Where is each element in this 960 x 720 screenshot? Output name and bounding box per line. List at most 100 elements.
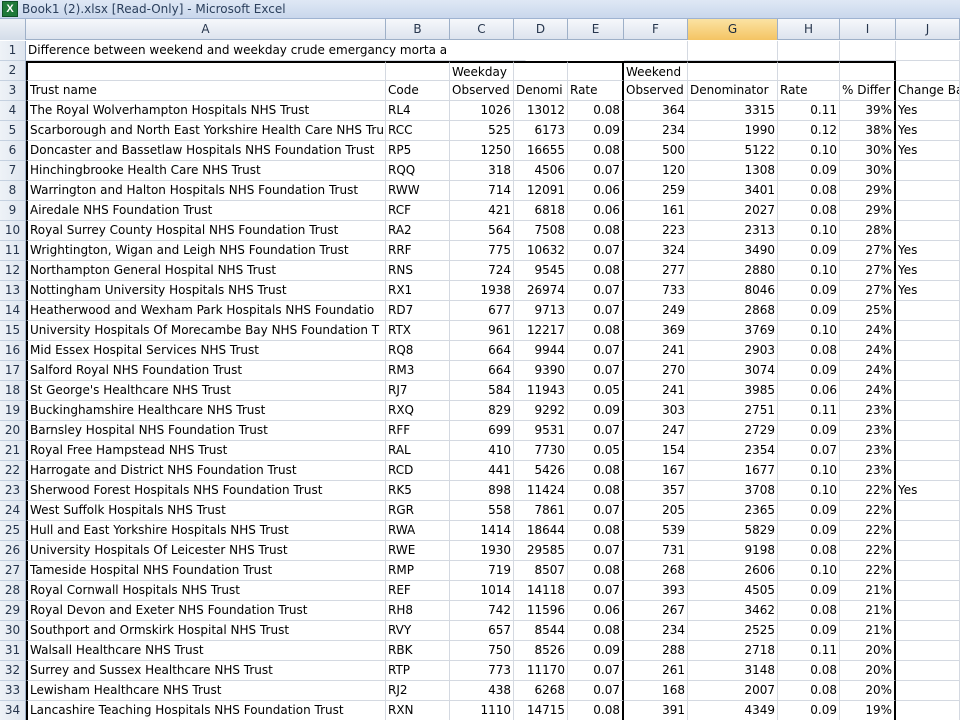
row-header[interactable]: 5 (0, 121, 26, 141)
column-title-d[interactable]: Denomi (514, 81, 568, 101)
column-header-a[interactable]: A (26, 19, 386, 40)
cell-d[interactable]: 4506 (514, 161, 568, 181)
cell-b[interactable]: RL4 (386, 101, 450, 121)
cell-b[interactable]: RD7 (386, 301, 450, 321)
cell-a[interactable]: Royal Devon and Exeter NHS Foundation Tr… (26, 601, 386, 621)
cell-h[interactable]: 0.11 (778, 101, 840, 121)
cell-d[interactable]: 11170 (514, 661, 568, 681)
cell-b[interactable]: RRF (386, 241, 450, 261)
cell-d[interactable]: 12217 (514, 321, 568, 341)
cell-g[interactable] (688, 61, 778, 81)
cell-g[interactable]: 3462 (688, 601, 778, 621)
cell-j[interactable] (896, 641, 960, 661)
cell-g[interactable]: 2903 (688, 341, 778, 361)
cell-a[interactable]: Lancashire Teaching Hospitals NHS Founda… (26, 701, 386, 720)
cell-h[interactable]: 0.09 (778, 361, 840, 381)
cell-d[interactable]: 9545 (514, 261, 568, 281)
row-header[interactable]: 29 (0, 601, 26, 621)
cell-d[interactable]: 9531 (514, 421, 568, 441)
cell-e[interactable]: 0.08 (568, 141, 624, 161)
cell-g[interactable]: 2007 (688, 681, 778, 701)
cell-f[interactable]: 249 (624, 301, 688, 321)
cell-b[interactable]: RFF (386, 421, 450, 441)
cell-e[interactable]: 0.07 (568, 681, 624, 701)
cell-f[interactable]: 223 (624, 221, 688, 241)
cell-a[interactable]: The Royal Wolverhampton Hospitals NHS Tr… (26, 101, 386, 121)
cell-h[interactable]: 0.09 (778, 421, 840, 441)
cell-i[interactable]: 39% (840, 101, 896, 121)
cell-b[interactable]: RQ8 (386, 341, 450, 361)
cell-j[interactable] (896, 321, 960, 341)
row-header[interactable]: 25 (0, 521, 26, 541)
cell-a[interactable]: Northampton General Hospital NHS Trust (26, 261, 386, 281)
cell-e[interactable]: 0.07 (568, 341, 624, 361)
cell-c[interactable]: 898 (450, 481, 514, 501)
cell-f[interactable]: 303 (624, 401, 688, 421)
cell-b[interactable]: RK5 (386, 481, 450, 501)
cell-b[interactable]: RQQ (386, 161, 450, 181)
cell-h[interactable]: 0.10 (778, 221, 840, 241)
cell-g[interactable]: 8046 (688, 281, 778, 301)
cell-f[interactable]: 154 (624, 441, 688, 461)
cell-i[interactable]: 24% (840, 361, 896, 381)
cell-e[interactable]: 0.06 (568, 601, 624, 621)
row-header[interactable]: 23 (0, 481, 26, 501)
cell-b[interactable]: RXQ (386, 401, 450, 421)
column-header-c[interactable]: C (450, 19, 514, 40)
cell-c[interactable]: 318 (450, 161, 514, 181)
cell-b[interactable]: RVY (386, 621, 450, 641)
cell-a[interactable]: Southport and Ormskirk Hospital NHS Trus… (26, 621, 386, 641)
cell-c[interactable]: 677 (450, 301, 514, 321)
cell-f[interactable]: 364 (624, 101, 688, 121)
cell-f[interactable]: 168 (624, 681, 688, 701)
cell-c[interactable]: 719 (450, 561, 514, 581)
cell-c[interactable]: 657 (450, 621, 514, 641)
cell-i[interactable]: 27% (840, 281, 896, 301)
cell-a[interactable]: Salford Royal NHS Foundation Trust (26, 361, 386, 381)
cell-f[interactable]: 268 (624, 561, 688, 581)
row-header[interactable]: 1 (0, 41, 26, 61)
cell-i[interactable]: 23% (840, 421, 896, 441)
cell-h[interactable]: 0.08 (778, 661, 840, 681)
cell-c[interactable]: 441 (450, 461, 514, 481)
cell-h[interactable]: 0.10 (778, 321, 840, 341)
cell-a[interactable]: Hinchingbrooke Health Care NHS Trust (26, 161, 386, 181)
cell-e[interactable]: 0.07 (568, 161, 624, 181)
cell-i[interactable]: 24% (840, 321, 896, 341)
cell-i[interactable]: 20% (840, 681, 896, 701)
column-header-b[interactable]: B (386, 19, 450, 40)
cell-g[interactable] (688, 41, 778, 61)
cell-g[interactable]: 1308 (688, 161, 778, 181)
cell-j[interactable]: Yes (896, 261, 960, 281)
cell-a[interactable]: Nottingham University Hospitals NHS Trus… (26, 281, 386, 301)
cell-c[interactable]: 714 (450, 181, 514, 201)
cell-e[interactable]: 0.08 (568, 261, 624, 281)
cell-j[interactable] (896, 501, 960, 521)
column-title-c[interactable]: Observed (450, 81, 514, 101)
cell-f[interactable]: 241 (624, 341, 688, 361)
row-header[interactable]: 32 (0, 661, 26, 681)
cell-h[interactable]: 0.08 (778, 541, 840, 561)
column-title-f[interactable]: Observed (624, 81, 688, 101)
column-title-g[interactable]: Denominator (688, 81, 778, 101)
cell-e[interactable]: 0.09 (568, 641, 624, 661)
cell-j[interactable]: Yes (896, 101, 960, 121)
cell-f[interactable]: 205 (624, 501, 688, 521)
cell-j[interactable] (896, 301, 960, 321)
column-header-j[interactable]: J (896, 19, 960, 40)
cell-c[interactable]: 750 (450, 641, 514, 661)
cell-i[interactable]: 25% (840, 301, 896, 321)
cell-h[interactable]: 0.10 (778, 561, 840, 581)
cell-c[interactable]: 1110 (450, 701, 514, 720)
cell-e[interactable]: 0.05 (568, 441, 624, 461)
cell-g[interactable]: 3490 (688, 241, 778, 261)
cell-g[interactable]: 4505 (688, 581, 778, 601)
cell-a[interactable]: Scarborough and North East Yorkshire Hea… (26, 121, 386, 141)
cell-j[interactable] (896, 201, 960, 221)
cell-d[interactable]: 12091 (514, 181, 568, 201)
row-header[interactable]: 16 (0, 341, 26, 361)
cell-e[interactable]: 0.08 (568, 561, 624, 581)
cell-h[interactable]: 0.09 (778, 521, 840, 541)
cell-j[interactable] (896, 181, 960, 201)
cell-e[interactable] (568, 61, 624, 81)
